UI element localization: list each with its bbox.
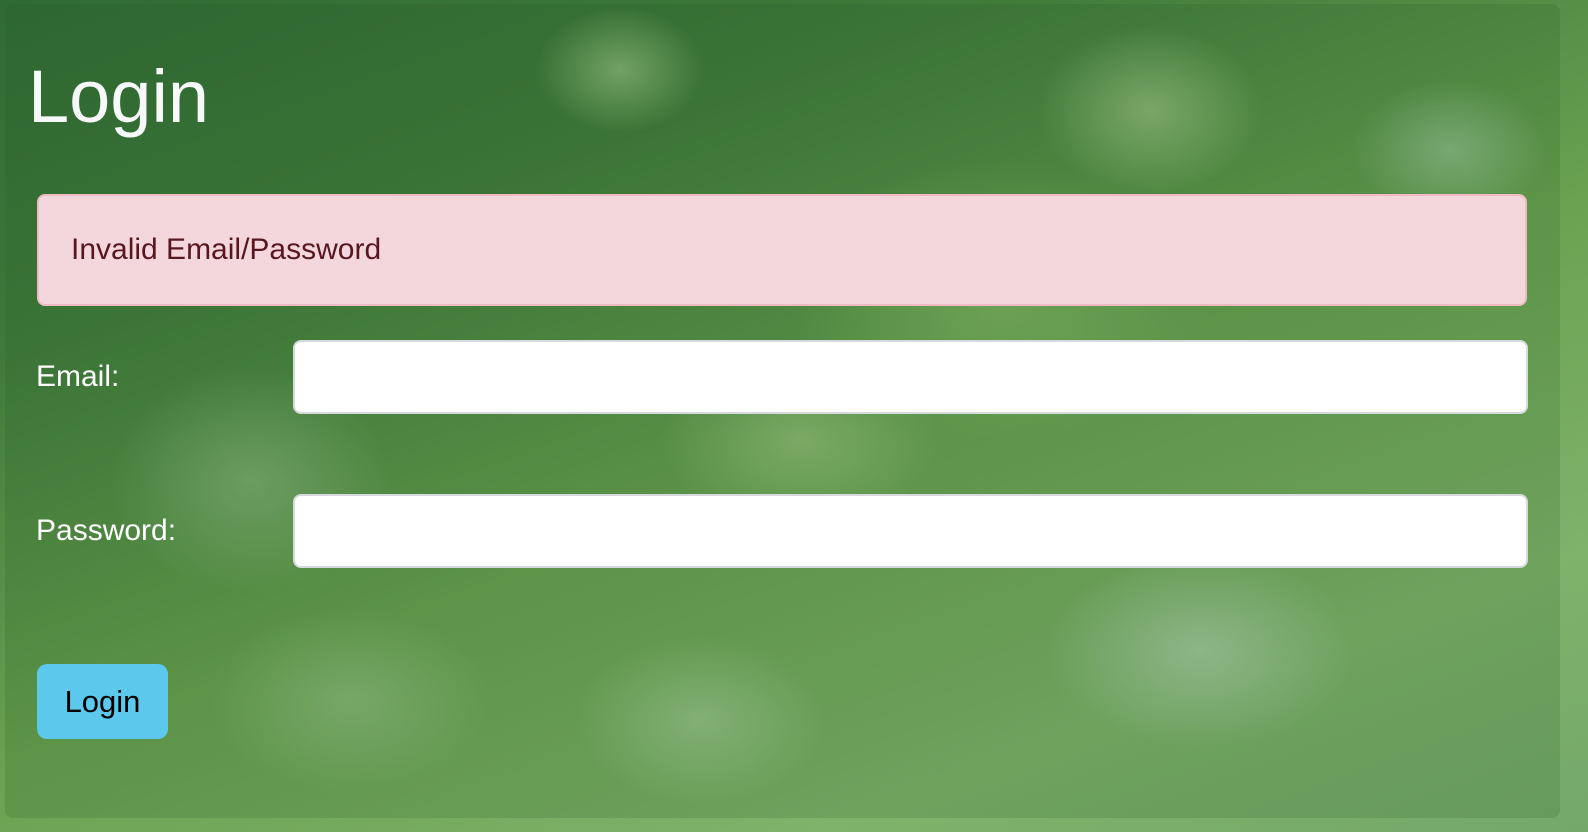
email-input[interactable] <box>293 340 1528 414</box>
login-button[interactable]: Login <box>37 664 168 739</box>
page-title: Login <box>28 55 210 138</box>
error-alert: Invalid Email/Password <box>37 194 1527 306</box>
password-input[interactable] <box>293 494 1528 568</box>
password-label: Password: <box>36 514 177 547</box>
error-message: Invalid Email/Password <box>71 233 382 266</box>
email-label: Email: <box>36 360 120 393</box>
